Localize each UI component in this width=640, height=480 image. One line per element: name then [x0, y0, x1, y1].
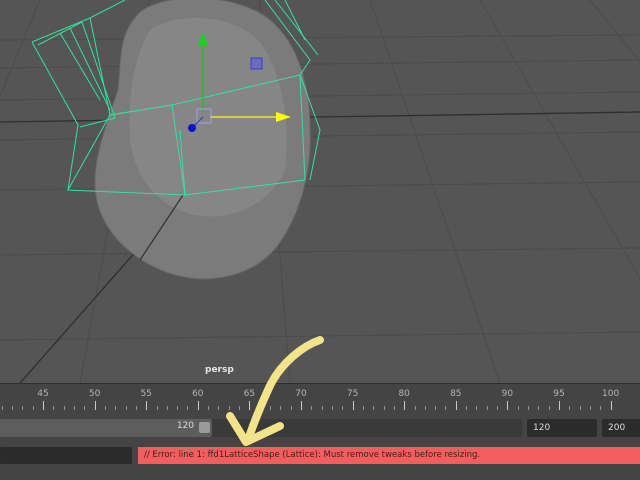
timeline-tick-label: 95: [553, 389, 565, 399]
timeline-minor-tick: [166, 406, 168, 410]
range-track[interactable]: [212, 419, 522, 437]
time-slider[interactable]: 45 50 55 60 65 70 75 80 85 90 95 100: [0, 383, 640, 412]
timeline-minor-tick: [342, 406, 344, 410]
timeline-minor-tick: [218, 406, 220, 410]
timeline-minor-tick: [414, 406, 416, 410]
timeline-minor-tick: [476, 406, 478, 410]
timeline-minor-tick: [115, 406, 117, 410]
timeline-minor-tick: [569, 406, 571, 410]
timeline-minor-tick: [579, 406, 581, 410]
timeline-minor-tick: [270, 406, 272, 410]
timeline-major-tick: [404, 401, 406, 410]
move-z-dot[interactable]: [188, 124, 196, 132]
range-slider-bar: 120 120 200: [0, 411, 640, 444]
timeline-minor-tick: [73, 406, 75, 410]
timeline-major-tick: [610, 401, 612, 410]
lattice-point-icon[interactable]: [250, 57, 263, 70]
timeline-minor-tick: [280, 406, 282, 410]
timeline-minor-tick: [228, 406, 230, 410]
timeline-minor-tick: [486, 406, 488, 410]
timeline-tick-label: 75: [346, 389, 359, 399]
timeline-major-tick: [301, 401, 302, 410]
timeline-minor-tick: [208, 406, 210, 410]
grid-axis-lines: [0, 111, 640, 383]
timeline-tick-label: 65: [243, 389, 256, 399]
timeline-minor-tick: [259, 406, 261, 410]
timeline-minor-tick: [22, 406, 24, 410]
timeline-tick-label: 85: [450, 389, 462, 399]
timeline-minor-tick: [589, 406, 591, 410]
viewport-scene: [0, 0, 640, 383]
timeline-tick-label: 80: [398, 389, 410, 399]
timeline-tick-label: 55: [140, 389, 152, 399]
timeline-minor-tick: [187, 406, 189, 410]
timeline-tick-label: 90: [501, 389, 514, 399]
timeline-minor-tick: [538, 406, 540, 410]
timeline-minor-tick: [156, 406, 158, 410]
timeline-major-tick: [146, 401, 148, 410]
animation-end-field[interactable]: 200: [602, 419, 640, 437]
range-end-label: 120: [176, 421, 194, 431]
timeline-minor-tick: [12, 406, 14, 410]
command-input[interactable]: [0, 447, 132, 464]
range-slider-handle[interactable]: [199, 422, 210, 433]
timeline-minor-tick: [393, 406, 395, 410]
timeline-minor-tick: [321, 406, 323, 410]
timeline-major-tick: [249, 401, 251, 410]
timeline-minor-tick: [1, 406, 3, 410]
timeline-minor-tick: [424, 406, 426, 410]
timeline-major-tick: [455, 401, 457, 410]
timeline-minor-tick: [135, 406, 137, 410]
timeline-minor-tick: [517, 406, 519, 410]
timeline-minor-tick: [331, 406, 333, 410]
timeline-major-tick: [43, 401, 44, 410]
timeline-minor-tick: [63, 406, 65, 410]
timeline-major-tick: [94, 401, 96, 410]
timeline-minor-tick: [548, 406, 550, 410]
3d-viewport[interactable]: persp: [0, 0, 640, 383]
timeline-minor-tick: [53, 406, 55, 410]
timeline-minor-tick: [104, 406, 106, 410]
timeline-minor-tick: [311, 406, 313, 410]
timeline-minor-tick: [32, 406, 34, 410]
range-slider[interactable]: 120: [0, 419, 212, 437]
timeline-tick-label: 70: [295, 389, 307, 399]
timeline-minor-tick: [290, 406, 292, 410]
timeline-minor-tick: [466, 406, 468, 410]
timeline-minor-tick: [600, 406, 602, 410]
timeline-minor-tick: [435, 406, 437, 410]
command-line: // Error: line 1: ffd1LatticeShape (Latt…: [0, 444, 640, 480]
timeline-major-tick: [197, 401, 199, 410]
timeline-minor-tick: [497, 406, 499, 410]
command-result-error: // Error: line 1: ffd1LatticeShape (Latt…: [138, 447, 640, 464]
timeline-minor-tick: [383, 406, 385, 410]
timeline-tick-label: 60: [192, 389, 204, 399]
timeline-tick-label: 45: [37, 389, 49, 399]
timeline-minor-tick: [362, 406, 364, 410]
playback-end-field[interactable]: 120: [527, 419, 597, 437]
timeline-minor-tick: [373, 406, 375, 410]
timeline-tick-label: 50: [88, 389, 101, 399]
timeline-minor-tick: [177, 406, 179, 410]
timeline-minor-tick: [445, 406, 447, 410]
timeline-major-tick: [352, 401, 354, 410]
timeline-minor-tick: [125, 406, 127, 410]
timeline-major-tick: [559, 401, 560, 410]
timeline-minor-tick: [84, 406, 86, 410]
timeline-tick-label: 100: [602, 389, 620, 399]
timeline-minor-tick: [239, 406, 241, 410]
timeline-major-tick: [507, 401, 509, 410]
camera-label: persp: [205, 365, 234, 375]
timeline-minor-tick: [528, 406, 530, 410]
